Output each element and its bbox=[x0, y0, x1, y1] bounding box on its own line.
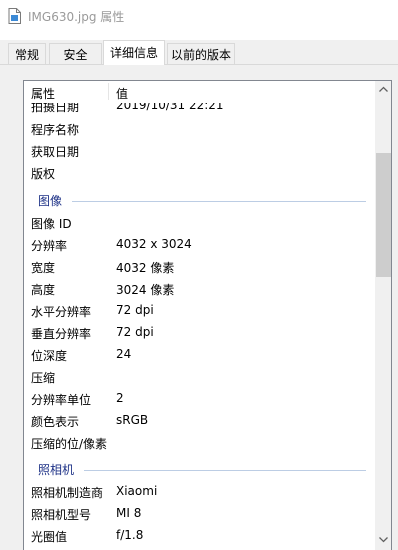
column-header: 属性 值 bbox=[24, 81, 375, 103]
tab-label: 安全 bbox=[63, 48, 88, 62]
group-divider bbox=[72, 201, 366, 202]
scroll-up-button[interactable] bbox=[375, 81, 391, 98]
property-name: 分辨率单位 bbox=[31, 393, 92, 407]
tab-security[interactable]: 安全 bbox=[49, 43, 102, 64]
scroll-down-button[interactable] bbox=[375, 531, 391, 548]
property-name: 照相机型号 bbox=[31, 508, 92, 522]
vertical-scrollbar[interactable] bbox=[375, 81, 391, 550]
tab-general[interactable]: 常规 bbox=[8, 43, 46, 64]
group-label: 图像 bbox=[38, 194, 63, 208]
tab-strip: 常规 安全 详细信息 以前的版本 bbox=[0, 40, 398, 65]
property-value: 4032 x 3024 bbox=[116, 237, 192, 251]
property-name: 位深度 bbox=[31, 349, 68, 363]
tab-previous-versions[interactable]: 以前的版本 bbox=[167, 43, 235, 64]
property-name: 颜色表示 bbox=[31, 415, 80, 429]
properties-list[interactable]: 属性 值 拍摄日期 2019/10/31 22:21 程序名称 获取日期 版权 … bbox=[23, 80, 392, 550]
group-header-camera: 照相机 bbox=[38, 461, 366, 479]
column-header-value[interactable]: 值 bbox=[116, 85, 128, 102]
property-name: 图像 ID bbox=[31, 217, 72, 231]
property-name: 版权 bbox=[31, 167, 56, 181]
property-name: 压缩的位/像素 bbox=[31, 437, 108, 451]
property-value: 2 bbox=[116, 391, 124, 405]
chevron-down-icon bbox=[379, 537, 388, 543]
property-name: 垂直分辨率 bbox=[31, 327, 92, 341]
property-value: MI 8 bbox=[116, 506, 142, 520]
file-icon bbox=[8, 8, 21, 24]
chevron-up-icon bbox=[379, 86, 388, 92]
window-title: IMG630.jpg 属性 bbox=[28, 10, 125, 24]
property-value: Xiaomi bbox=[116, 484, 158, 498]
property-value: 24 bbox=[116, 347, 132, 361]
property-name: 分辨率 bbox=[31, 239, 68, 253]
property-value: sRGB bbox=[116, 413, 149, 427]
title-bar: IMG630.jpg 属性 bbox=[0, 0, 398, 32]
property-name: 宽度 bbox=[31, 261, 56, 275]
tab-label: 详细信息 bbox=[109, 46, 158, 60]
property-value: 72 dpi bbox=[116, 303, 154, 317]
tab-label: 常规 bbox=[14, 48, 39, 62]
property-name: 压缩 bbox=[31, 371, 56, 385]
property-name: 获取日期 bbox=[31, 145, 80, 159]
property-value: 4032 像素 bbox=[116, 261, 175, 275]
column-header-property[interactable]: 属性 bbox=[31, 85, 55, 102]
property-value: 3024 像素 bbox=[116, 283, 175, 297]
property-value: 72 dpi bbox=[116, 325, 154, 339]
property-name: 水平分辨率 bbox=[31, 305, 92, 319]
group-header-image: 图像 bbox=[38, 192, 366, 210]
property-name: 高度 bbox=[31, 283, 56, 297]
tab-details[interactable]: 详细信息 bbox=[103, 40, 165, 65]
group-divider bbox=[84, 470, 366, 471]
property-value: f/1.8 bbox=[116, 528, 144, 542]
group-label: 照相机 bbox=[38, 463, 75, 477]
property-name: 光圈值 bbox=[31, 530, 68, 544]
scroll-thumb[interactable] bbox=[376, 153, 391, 277]
column-divider[interactable] bbox=[108, 83, 109, 100]
property-name: 程序名称 bbox=[31, 123, 80, 137]
property-name: 照相机制造商 bbox=[31, 486, 104, 500]
tab-label: 以前的版本 bbox=[170, 48, 231, 62]
